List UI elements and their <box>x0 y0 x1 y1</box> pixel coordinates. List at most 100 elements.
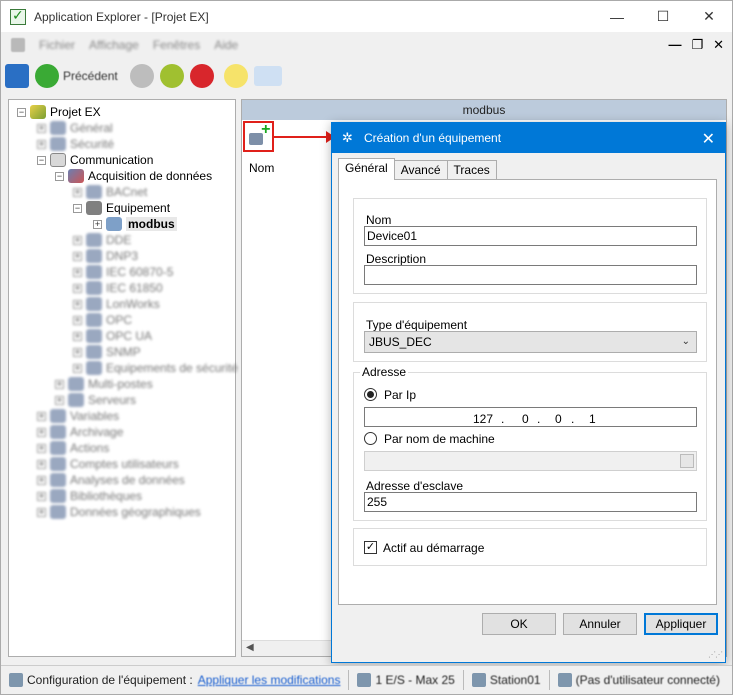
window-title: Application Explorer - [Projet EX] <box>34 9 209 24</box>
tree-root[interactable]: − Projet EX <box>17 104 101 120</box>
lightbulb-icon[interactable] <box>223 64 248 88</box>
close-icon[interactable]: ✕ <box>686 1 732 32</box>
mdi-minimize-icon[interactable]: — <box>668 37 681 53</box>
type-label: Type d'équipement <box>366 318 468 332</box>
stop-icon[interactable] <box>189 64 214 88</box>
tree-item-lonworks[interactable]: + LonWorks <box>73 296 160 312</box>
collapse-icon[interactable]: − <box>37 155 46 165</box>
ok-button[interactable]: OK <box>482 613 556 635</box>
apply-button[interactable]: Appliquer <box>644 613 718 635</box>
tree-item-comptes[interactable]: + Comptes utilisateurs <box>37 456 179 472</box>
acquisition-icon <box>68 169 84 183</box>
io-count-status: 1 E/S - Max 25 <box>375 673 455 687</box>
tree-item-analyses[interactable]: + Analyses de données <box>37 472 185 488</box>
mdi-restore-icon[interactable]: ❐ <box>691 37 703 53</box>
tab-general[interactable]: Général <box>338 158 395 180</box>
collapse-icon[interactable]: − <box>73 203 82 213</box>
mdi-close-icon[interactable]: ✕ <box>713 37 724 53</box>
dialog-tabs: Général Avancé Traces <box>338 158 497 180</box>
tree-item-geographiques[interactable]: + Données géographiques <box>37 504 201 520</box>
tree-item-dnp3[interactable]: + DNP3 <box>73 248 138 264</box>
cancel-button[interactable]: Annuler <box>563 613 637 635</box>
equipment-wand-icon: ✲ <box>342 130 353 145</box>
gear-icon[interactable] <box>129 64 154 88</box>
by-machine-label: Par nom de machine <box>384 432 495 446</box>
config-status-label: Configuration de l'équipement : <box>27 673 193 687</box>
menu-fenetres[interactable]: Fenêtres <box>153 38 200 52</box>
back-button-label[interactable]: Précédent <box>63 69 118 83</box>
tree-item-serveurs[interactable]: + Serveurs <box>55 392 136 408</box>
save-icon[interactable] <box>5 64 29 88</box>
machine-name-input[interactable] <box>364 451 697 471</box>
document-icon <box>11 38 25 52</box>
dialog-title: Création d'un équipement <box>364 131 502 145</box>
tree-item-communication[interactable]: − Communication <box>37 152 153 168</box>
identity-group: Nom Device01 Description <box>353 198 707 294</box>
tree-item-variables[interactable]: + Variables <box>37 408 119 424</box>
address-legend: Adresse <box>360 365 409 379</box>
tree-item-securite[interactable]: + Sécurité <box>37 136 114 152</box>
tree-item-snmp[interactable]: + SNMP <box>73 344 141 360</box>
configuration-icon <box>9 673 23 687</box>
tree-item-bacnet[interactable]: + BACnet <box>73 184 147 200</box>
by-machine-radio[interactable] <box>364 432 377 445</box>
panel-header: modbus <box>242 100 726 120</box>
tab-traces[interactable]: Traces <box>446 160 497 180</box>
tree-item-opcua[interactable]: + OPC UA <box>73 328 152 344</box>
name-input[interactable]: Device01 <box>364 226 697 246</box>
project-tree[interactable]: − Projet EX + Général + Sécurité − Commu… <box>8 99 238 657</box>
collapse-icon[interactable]: − <box>17 107 26 117</box>
browse-machine-button[interactable] <box>680 454 694 468</box>
column-header-name[interactable]: Nom <box>249 161 274 175</box>
user-status: (Pas d'utilisateur connecté) <box>575 673 720 687</box>
type-select[interactable]: JBUS_DEC ⌄ <box>364 331 697 353</box>
minimize-icon[interactable]: — <box>594 1 640 32</box>
active-at-startup-label: Actif au démarrage <box>383 541 485 555</box>
tree-item-securite-equip[interactable]: + Equipements de sécurité <box>73 360 238 376</box>
refresh-icon[interactable] <box>159 64 184 88</box>
dialog-title-bar: ✲ Création d'un équipement ✕ <box>332 123 725 153</box>
network-icon <box>50 153 66 167</box>
station-status: Station01 <box>489 673 541 687</box>
tree-item-opc[interactable]: + OPC <box>73 312 132 328</box>
equipment-icon <box>86 201 102 215</box>
menu-aide[interactable]: Aide <box>214 38 238 52</box>
maximize-icon[interactable]: ☐ <box>640 1 686 32</box>
menu-bar: Fichier Affichage Fenêtres Aide — ❐ ✕ <box>1 34 732 56</box>
tree-item-bibliotheques[interactable]: + Bibliothèques <box>37 488 142 504</box>
tree-item-equipement[interactable]: − Equipement <box>73 200 170 216</box>
dialog-close-icon[interactable]: ✕ <box>702 129 715 149</box>
collapse-icon[interactable]: − <box>55 171 64 181</box>
description-input[interactable] <box>364 265 697 285</box>
scroll-left-icon[interactable]: ◀ <box>246 642 254 653</box>
menu-fichier[interactable]: Fichier <box>39 38 75 52</box>
window-controls: — ☐ ✕ <box>594 1 732 32</box>
app-check-icon <box>10 7 26 25</box>
tree-item-actions[interactable]: + Actions <box>37 440 109 456</box>
add-equipment-button[interactable] <box>243 121 274 152</box>
apply-changes-link[interactable]: Appliquer les modifications <box>198 673 341 687</box>
tree-item-modbus[interactable]: + modbus <box>93 216 177 232</box>
project-icon <box>30 105 46 119</box>
active-at-startup-checkbox[interactable]: ✓ <box>364 541 377 554</box>
by-ip-radio[interactable] <box>364 388 377 401</box>
tree-item-general[interactable]: + Général <box>37 120 113 136</box>
bacnet-icon <box>86 185 102 199</box>
ip-address-input[interactable]: 127 . 0 . 0 . 1 <box>364 407 697 427</box>
mdi-controls: — ❐ ✕ <box>668 37 724 53</box>
tree-item-iec61850[interactable]: + IEC 61850 <box>73 280 163 296</box>
back-arrow-icon[interactable] <box>35 64 59 88</box>
tree-item-archivage[interactable]: + Archivage <box>37 424 123 440</box>
modbus-icon <box>106 217 122 231</box>
tab-avance[interactable]: Avancé <box>393 160 448 180</box>
tree-item-multipostes[interactable]: + Multi-postes <box>55 376 153 392</box>
tree-item-acquisition[interactable]: − Acquisition de données <box>55 168 212 184</box>
monitor-icon[interactable] <box>253 66 282 86</box>
expand-icon[interactable]: + <box>93 219 102 229</box>
toolbar: Précédent <box>1 59 732 93</box>
tree-item-dde[interactable]: + DDE <box>73 232 131 248</box>
menu-affichage[interactable]: Affichage <box>89 38 139 52</box>
tree-item-iec60870[interactable]: + IEC 60870-5 <box>73 264 173 280</box>
slave-address-input[interactable]: 255 <box>364 492 697 512</box>
resize-grip-icon[interactable]: ⋰⋰ <box>708 650 723 659</box>
